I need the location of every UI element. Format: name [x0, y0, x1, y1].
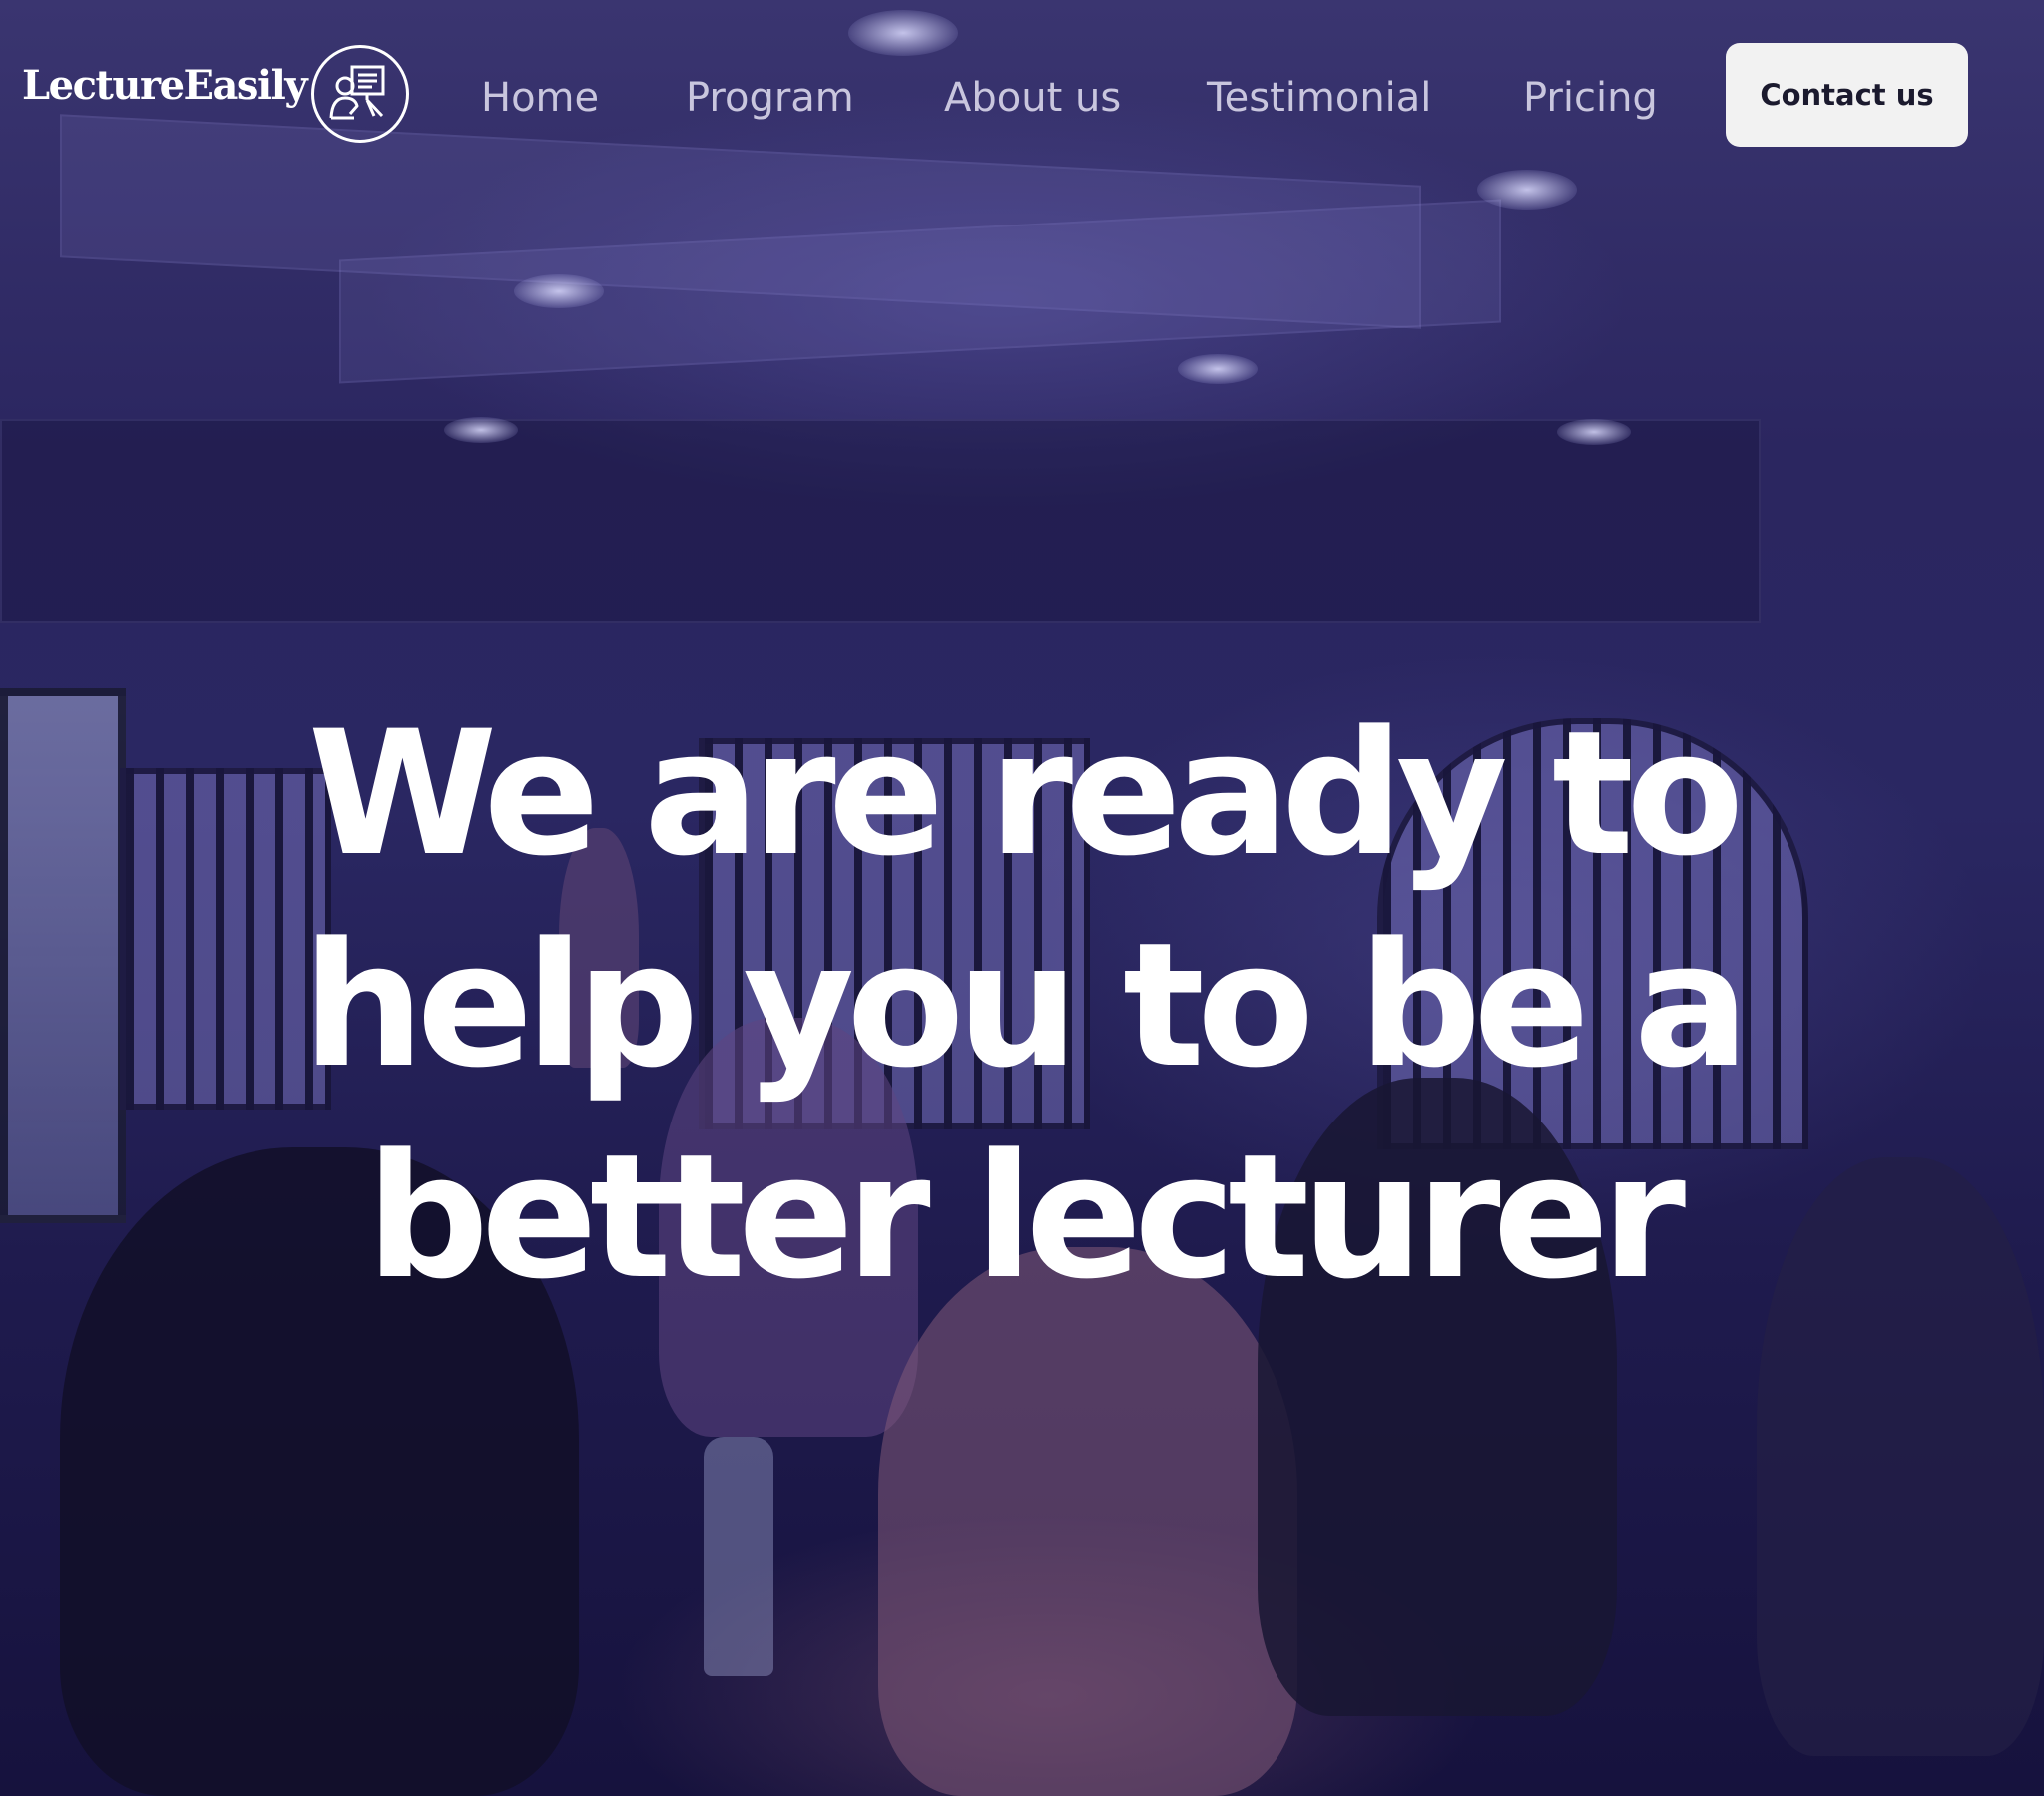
ceiling-recess — [0, 419, 1761, 623]
nav-program-link[interactable]: Program — [686, 74, 854, 122]
ceiling-light — [514, 274, 604, 308]
headline-line-1: We are ready to — [307, 693, 1745, 894]
hero-headline: We are ready to help you to be a better … — [0, 688, 2044, 1323]
audience-figure — [878, 1247, 1297, 1796]
contact-us-button[interactable]: Contact us — [1726, 43, 1968, 147]
brand-logo-text[interactable]: LectureEasily — [22, 66, 308, 106]
presentation-icon[interactable] — [311, 45, 409, 143]
nav-pricing-link[interactable]: Pricing — [1523, 74, 1658, 122]
ceiling-light — [444, 417, 518, 443]
headline-line-2: help you to be a — [302, 905, 1750, 1106]
ceiling-light — [1557, 419, 1631, 445]
water-bottle — [704, 1437, 773, 1676]
nav-about-us-link[interactable]: About us — [944, 74, 1121, 122]
top-navigation: LectureEasily Home Program About us Test… — [0, 0, 2044, 190]
nav-testimonial-link[interactable]: Testimonial — [1207, 74, 1431, 122]
ceiling-light — [1178, 354, 1258, 384]
nav-home-link[interactable]: Home — [481, 74, 599, 122]
headline-line-3: better lecturer — [365, 1117, 1686, 1317]
hero-section: LectureEasily Home Program About us Test… — [0, 0, 2044, 1796]
